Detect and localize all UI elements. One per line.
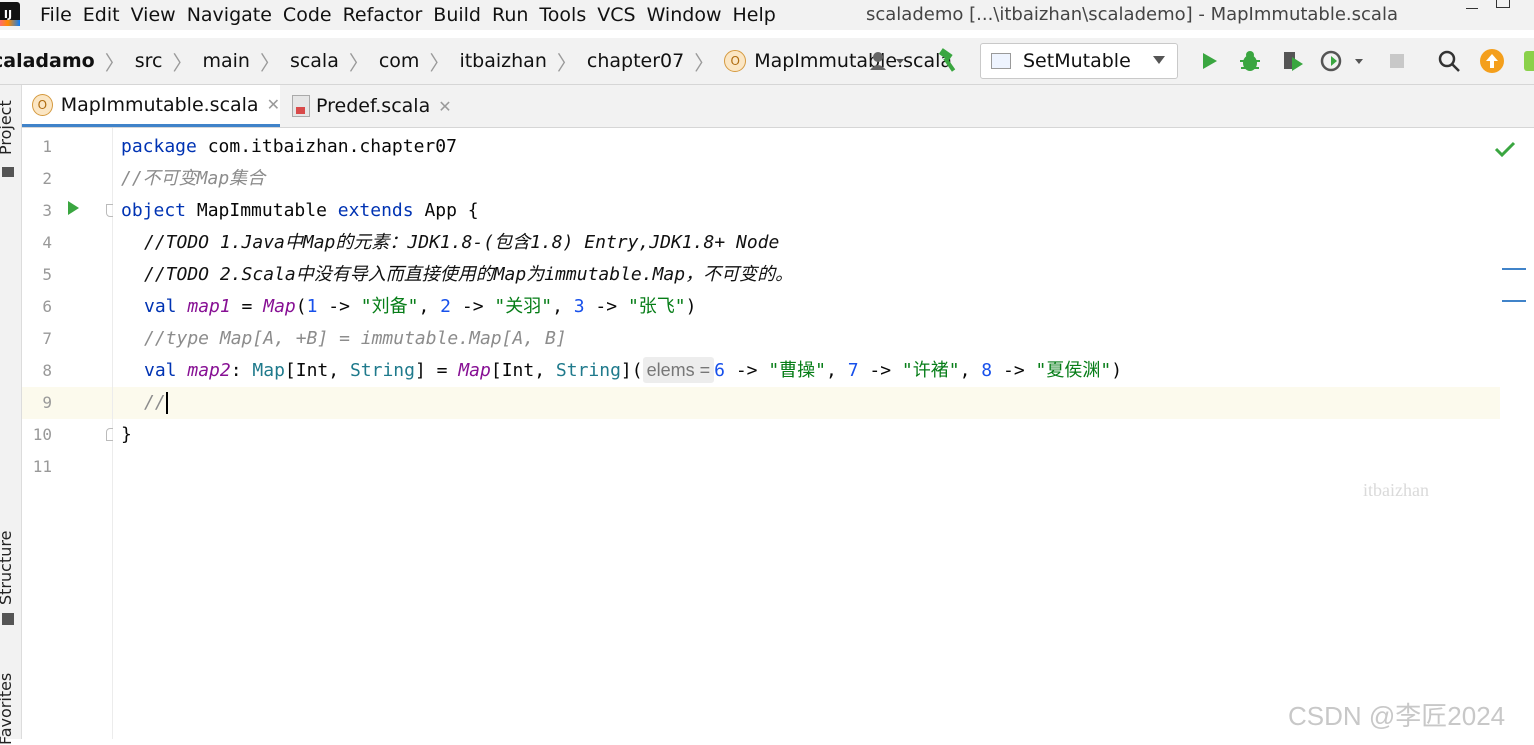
update-arrow-up-icon[interactable] bbox=[1477, 46, 1507, 76]
menu-edit[interactable]: Edit bbox=[83, 4, 120, 26]
breadcrumb-main[interactable]: main bbox=[202, 50, 249, 72]
navigation-bar: caladamo 〉 src 〉 main 〉 scala 〉 com 〉 it… bbox=[0, 38, 1534, 85]
chevron-right-icon: 〉 bbox=[429, 50, 450, 75]
scala-file-icon bbox=[292, 95, 310, 117]
run-gutter-icon[interactable] bbox=[68, 201, 79, 215]
line-number: 1 bbox=[42, 137, 52, 156]
breadcrumb-chapter07[interactable]: chapter07 bbox=[587, 50, 684, 72]
line-number: 3 bbox=[42, 201, 52, 220]
intellij-logo-icon: IJ bbox=[0, 2, 20, 26]
menu-file[interactable]: File bbox=[40, 4, 72, 26]
window-title: scalademo [...\itbaizhan\scalademo] - Ma… bbox=[866, 4, 1398, 25]
menu-window[interactable]: Window bbox=[647, 4, 722, 26]
chevron-right-icon: 〉 bbox=[694, 50, 715, 75]
code-line: package com.itbaizhan.chapter07 bbox=[121, 136, 457, 157]
breadcrumb-project[interactable]: caladamo bbox=[0, 50, 95, 72]
debug-bug-icon[interactable] bbox=[1235, 46, 1265, 76]
code-line: //TODO 1.Java中Map的元素：JDK1.8-(包含1.8) Entr… bbox=[144, 232, 780, 253]
code-line: object MapImmutable extends App { bbox=[121, 200, 479, 221]
line-number: 5 bbox=[42, 265, 52, 284]
menu-tools[interactable]: Tools bbox=[539, 4, 586, 26]
line-number: 10 bbox=[32, 425, 52, 444]
chevron-right-icon: 〉 bbox=[259, 50, 280, 75]
line-number-gutter: 1 2 3 4 5 6 7 8 9 10 11 bbox=[22, 128, 117, 739]
left-tool-stripe: Project Structure Favorites bbox=[0, 85, 22, 745]
line-number: 2 bbox=[42, 169, 52, 188]
minimize-icon[interactable] bbox=[1466, 0, 1478, 9]
ide-plugin-icon[interactable] bbox=[1518, 46, 1534, 76]
stop-icon[interactable] bbox=[1382, 46, 1412, 76]
scala-object-icon: O bbox=[724, 50, 747, 72]
check-mark-icon[interactable] bbox=[1494, 140, 1516, 162]
line-number-current: 9 bbox=[22, 387, 112, 419]
chevron-right-icon: 〉 bbox=[104, 50, 125, 75]
code-line: } bbox=[121, 424, 132, 445]
tab-label: MapImmutable.scala bbox=[60, 93, 259, 116]
breadcrumb-com[interactable]: com bbox=[379, 50, 420, 72]
breadcrumb-src[interactable]: src bbox=[135, 50, 163, 72]
parameter-hint: elems = bbox=[642, 357, 715, 383]
code-line-current: // bbox=[113, 387, 1503, 419]
menu-bar: IJ File Edit View Navigate Code Refactor… bbox=[0, 0, 1534, 30]
tab-mapimmutable[interactable]: O MapImmutable.scala ✕ bbox=[22, 85, 280, 127]
line-number: 11 bbox=[32, 457, 52, 476]
menu-view[interactable]: View bbox=[131, 4, 176, 26]
menu-help[interactable]: Help bbox=[732, 4, 775, 26]
run-configuration-label: SetMutable bbox=[1023, 50, 1131, 72]
menu-code[interactable]: Code bbox=[283, 4, 332, 26]
change-marker[interactable] bbox=[1502, 268, 1526, 270]
restore-icon[interactable] bbox=[1496, 0, 1510, 8]
watermark-csdn: CSDN @李匠2024 bbox=[1288, 701, 1506, 731]
right-error-stripe bbox=[1494, 128, 1534, 739]
run-icon[interactable] bbox=[1194, 46, 1224, 76]
scala-object-icon: O bbox=[32, 93, 53, 116]
menu-navigate[interactable]: Navigate bbox=[187, 4, 272, 26]
chevron-right-icon: 〉 bbox=[172, 50, 193, 75]
menu-refactor[interactable]: Refactor bbox=[343, 4, 423, 26]
structure-tool-button[interactable]: Structure bbox=[0, 531, 15, 605]
chevron-right-icon: 〉 bbox=[556, 50, 577, 75]
code-line: //不可变Map集合 bbox=[121, 168, 266, 189]
line-number: 7 bbox=[42, 329, 52, 348]
main-menu: File Edit View Navigate Code Refactor Bu… bbox=[40, 0, 787, 30]
breadcrumb-scala[interactable]: scala bbox=[290, 50, 339, 72]
close-icon[interactable]: ✕ bbox=[267, 95, 280, 114]
folder-icon bbox=[2, 167, 14, 177]
favorites-tool-button[interactable]: Favorites bbox=[0, 673, 15, 745]
code-line: //TODO 2.Scala中没有导入而直接使用的Map为immutable.M… bbox=[144, 264, 794, 285]
editor-tabs: O MapImmutable.scala ✕ Predef.scala ✕ bbox=[22, 85, 1534, 128]
code-line: val map2: Map[Int, String] = Map[Int, St… bbox=[144, 355, 1534, 387]
chevron-right-icon: 〉 bbox=[348, 50, 369, 75]
user-account-icon[interactable] bbox=[866, 46, 910, 76]
breadcrumb: caladamo 〉 src 〉 main 〉 scala 〉 com 〉 it… bbox=[0, 38, 952, 84]
change-marker[interactable] bbox=[1502, 300, 1526, 302]
profile-icon[interactable] bbox=[1318, 46, 1366, 76]
build-hammer-icon[interactable] bbox=[934, 46, 964, 76]
tab-predef[interactable]: Predef.scala ✕ bbox=[284, 85, 454, 127]
line-number: 6 bbox=[42, 297, 52, 316]
line-number: 4 bbox=[42, 233, 52, 252]
breadcrumb-file[interactable]: O MapImmutable.scala bbox=[724, 50, 952, 72]
line-number: 8 bbox=[42, 361, 52, 380]
chevron-down-icon bbox=[1153, 56, 1165, 64]
close-icon[interactable]: ✕ bbox=[438, 97, 451, 116]
menu-build[interactable]: Build bbox=[433, 4, 481, 26]
project-tool-button[interactable]: Project bbox=[0, 100, 15, 155]
code-editor[interactable]: package com.itbaizhan.chapter07 //不可变Map… bbox=[113, 128, 1503, 739]
config-icon bbox=[991, 53, 1011, 69]
structure-icon bbox=[2, 613, 14, 625]
tab-label: Predef.scala bbox=[316, 95, 431, 117]
code-line: //type Map[A, +B] = immutable.Map[A, B] bbox=[144, 328, 567, 349]
run-with-coverage-icon[interactable] bbox=[1278, 46, 1308, 76]
menu-vcs[interactable]: VCS bbox=[597, 4, 635, 26]
run-configuration-select[interactable]: SetMutable bbox=[980, 43, 1178, 79]
text-caret bbox=[165, 392, 168, 414]
code-line: val map1 = Map(1 -> "刘备", 2 -> "关羽", 3 -… bbox=[144, 296, 697, 317]
search-icon[interactable] bbox=[1434, 46, 1464, 76]
watermark-center: itbaizhan bbox=[1363, 480, 1429, 500]
menu-run[interactable]: Run bbox=[492, 4, 528, 26]
breadcrumb-itbaizhan[interactable]: itbaizhan bbox=[459, 50, 546, 72]
